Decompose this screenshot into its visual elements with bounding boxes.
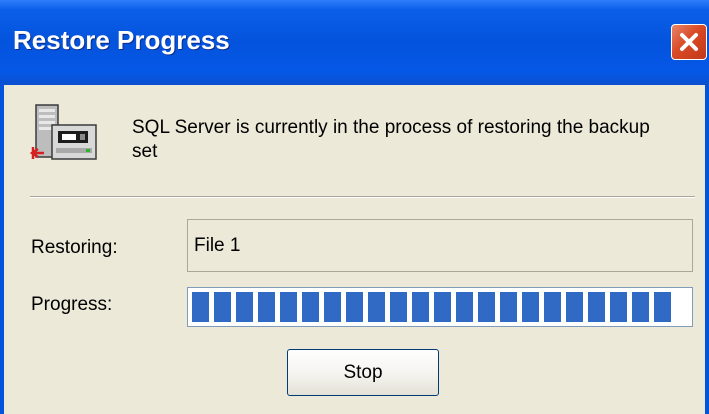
progress-block [610, 292, 627, 322]
progress-block [412, 292, 429, 322]
window-title: Restore Progress [13, 25, 230, 55]
restoring-value: File 1 [194, 235, 241, 256]
progress-block [258, 292, 275, 322]
title-bar[interactable]: Restore Progress [0, 0, 709, 85]
progress-label: Progress: [31, 294, 113, 315]
progress-block [280, 292, 297, 322]
progress-block [522, 292, 539, 322]
stop-button[interactable]: Stop [287, 349, 439, 396]
progress-block [566, 292, 583, 322]
status-message: SQL Server is currently in the process o… [132, 117, 650, 162]
progress-block [346, 292, 363, 322]
progress-block [434, 292, 451, 322]
restoring-label: Restoring: [31, 237, 118, 258]
restoring-field: File 1 [187, 219, 693, 272]
progress-block [478, 292, 495, 322]
progress-block [368, 292, 385, 322]
progress-block [302, 292, 319, 322]
progress-block [654, 292, 671, 322]
window-right-border [705, 85, 709, 414]
progress-bar-fill [192, 292, 671, 322]
progress-block [544, 292, 561, 322]
progress-bar [187, 287, 693, 327]
sql-server-backup-icon [30, 104, 97, 160]
window-left-border [0, 85, 4, 414]
progress-block [588, 292, 605, 322]
progress-block [500, 292, 517, 322]
progress-block [456, 292, 473, 322]
progress-block [390, 292, 407, 322]
progress-block [214, 292, 231, 322]
close-button[interactable] [671, 24, 707, 60]
close-x-icon [680, 33, 698, 51]
progress-block [236, 292, 253, 322]
separator-line [30, 196, 695, 198]
progress-block [632, 292, 649, 322]
progress-block [324, 292, 341, 322]
restore-progress-dialog: Restore Progress SQL Server is currently… [0, 0, 709, 414]
progress-block [192, 292, 209, 322]
